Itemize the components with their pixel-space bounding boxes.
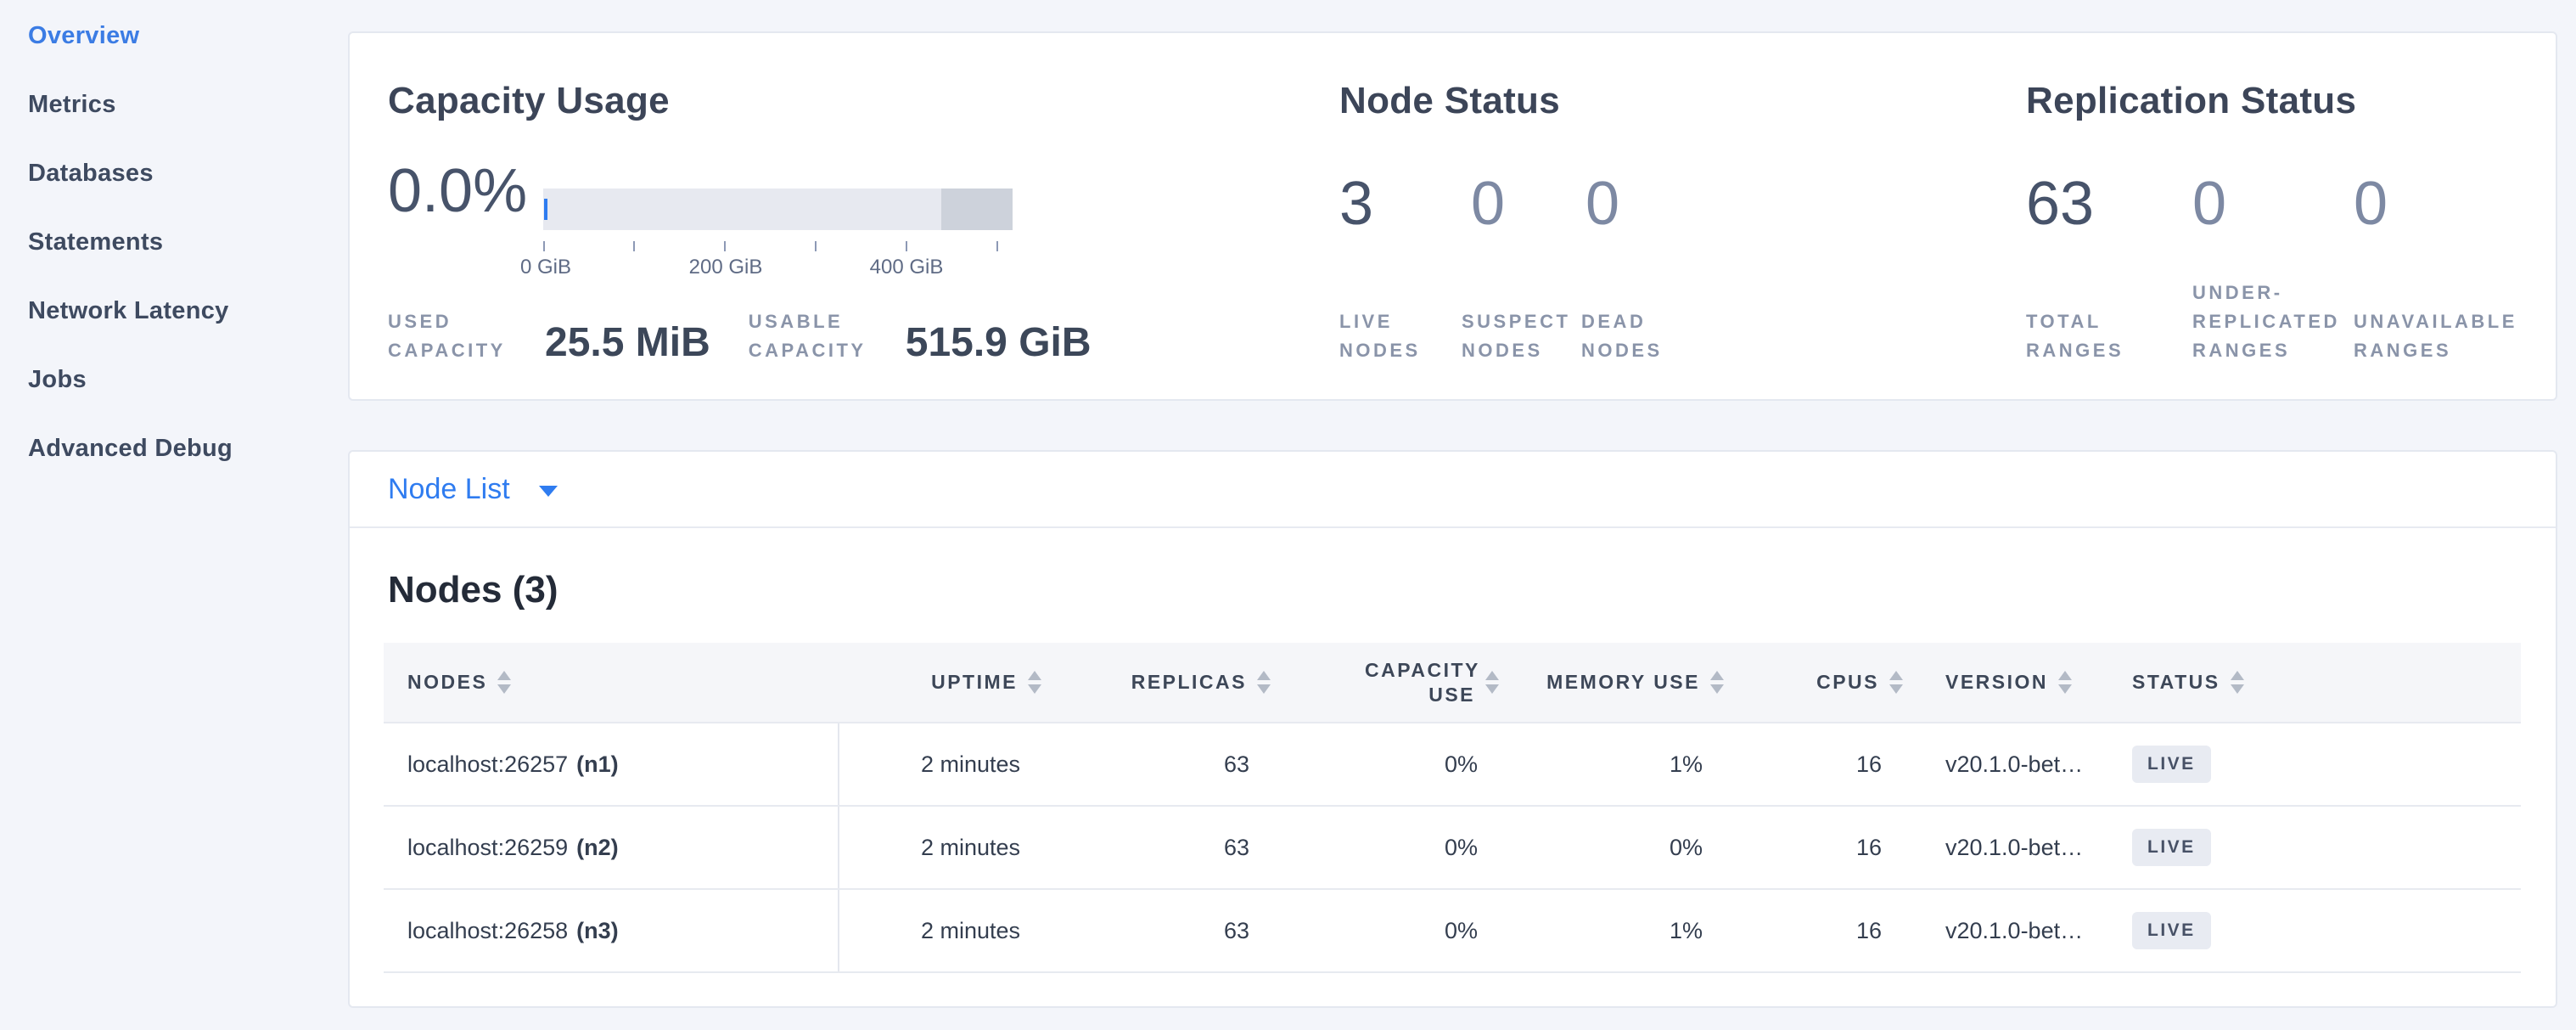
status-cell: LIVE [2115,807,2521,888]
total-ranges-label: TOTAL RANGES [2026,307,2128,365]
nodes-table-header: NODES UPTIME REPLICAS CAPACITY USE MEMOR… [384,643,2521,723]
usable-capacity-value: 515.9 GiB [906,323,1092,363]
memory-use-cell: 1% [1499,723,1724,805]
replicas-cell: 63 [1041,723,1271,805]
node-status-title: Node Status [1339,80,1560,122]
memory-use-cell: 1% [1499,890,1724,971]
sidebar-item-network-latency[interactable]: Network Latency [0,277,348,346]
replication-status-title: Replication Status [2026,80,2356,122]
sidebar: Overview Metrics Databases Statements Ne… [0,0,348,1030]
uptime-cell: 2 minutes [839,807,1041,888]
capacity-use-cell: 0% [1271,807,1499,888]
capacity-bar-used-segment [544,199,547,220]
replicas-cell: 63 [1041,807,1271,888]
capacity-usage-title: Capacity Usage [388,80,670,122]
uptime-cell: 2 minutes [839,723,1041,805]
axis-label-200gib: 200 GiB [689,256,763,279]
version-cell: v20.1.0-bet… [1903,890,2115,971]
table-row[interactable]: localhost:26259 (n2) 2 minutes 63 0% 0% … [384,807,2521,890]
sidebar-item-databases[interactable]: Databases [0,139,348,208]
version-cell: v20.1.0-bet… [1903,807,2115,888]
status-badge: LIVE [2132,746,2211,783]
column-header-nodes[interactable]: NODES [384,643,839,722]
live-nodes-label: LIVE NODES [1339,307,1433,365]
node-id: (n2) [576,835,619,861]
column-header-replicas[interactable]: REPLICAS [1041,643,1271,722]
capacity-axis-ticks [543,241,1013,251]
sort-icon [1028,671,1041,694]
axis-label-0gib: 0 GiB [520,256,571,279]
node-list-dropdown-label: Node List [388,473,510,506]
replication-status-section: Replication Status 63 0 0 TOTAL RANGES U… [2026,33,2544,399]
node-status-section: Node Status 3 0 0 LIVE NODES SUSPECT NOD… [1339,33,1967,399]
total-ranges-count: 63 [2026,173,2094,234]
column-header-status[interactable]: STATUS [2115,643,2521,722]
node-id: (n1) [576,751,619,778]
sidebar-item-advanced-debug[interactable]: Advanced Debug [0,414,348,483]
sort-icon [497,671,511,694]
capacity-bar-other-segment [941,189,1013,230]
node-address-cell[interactable]: localhost:26257 (n1) [384,723,839,805]
column-header-version[interactable]: VERSION [1903,643,2115,722]
node-id: (n3) [576,918,619,944]
cpus-cell: 16 [1724,807,1903,888]
suspect-nodes-label: SUSPECT NODES [1462,307,1585,365]
axis-label-400gib: 400 GiB [870,256,944,279]
sort-icon [1485,671,1499,694]
node-address-cell[interactable]: localhost:26258 (n3) [384,890,839,971]
used-capacity-value: 25.5 MiB [545,323,710,363]
status-badge: LIVE [2132,829,2211,866]
uptime-cell: 2 minutes [839,890,1041,971]
sort-icon [1257,671,1271,694]
sidebar-item-statements[interactable]: Statements [0,208,348,277]
status-cell: LIVE [2115,723,2521,805]
column-header-memory-use[interactable]: MEMORY USE [1499,643,1724,722]
table-row[interactable]: localhost:26257 (n1) 2 minutes 63 0% 1% … [384,723,2521,807]
cpus-cell: 16 [1724,890,1903,971]
unavailable-ranges-label: UNAVAILABLE RANGES [2354,307,2523,365]
cpus-cell: 16 [1724,723,1903,805]
used-capacity-label: USED CAPACITY [388,307,545,365]
sort-icon [1710,671,1724,694]
nodes-count-heading: Nodes (3) [388,569,558,611]
sort-icon [2058,671,2072,694]
capacity-bar-chart [543,189,1013,230]
column-header-uptime[interactable]: UPTIME [839,643,1041,722]
node-list-card: Node List Nodes (3) NODES UPTIME REPLICA… [348,450,2557,1008]
column-header-capacity-use[interactable]: CAPACITY USE [1271,643,1499,722]
sidebar-item-overview[interactable]: Overview [0,2,348,70]
memory-use-cell: 0% [1499,807,1724,888]
unavailable-ranges-count: 0 [2354,173,2388,234]
sidebar-item-metrics[interactable]: Metrics [0,70,348,139]
capacity-usage-section: Capacity Usage 0.0% 0 GiB 200 GiB 400 Gi… [388,33,1347,399]
node-list-header: Node List [350,452,2556,528]
chevron-down-icon [539,486,558,497]
suspect-nodes-count: 0 [1471,173,1505,234]
node-address-cell[interactable]: localhost:26259 (n2) [384,807,839,888]
replicas-cell: 63 [1041,890,1271,971]
table-row[interactable]: localhost:26258 (n3) 2 minutes 63 0% 1% … [384,890,2521,973]
nodes-table: NODES UPTIME REPLICAS CAPACITY USE MEMOR… [384,643,2521,973]
capacity-metrics-row: USED CAPACITY 25.5 MiB USABLE CAPACITY 5… [388,307,1092,365]
status-cell: LIVE [2115,890,2521,971]
capacity-use-cell: 0% [1271,723,1499,805]
live-nodes-count: 3 [1339,173,1373,234]
column-header-cpus[interactable]: CPUS [1724,643,1903,722]
sort-icon [2231,671,2244,694]
under-replicated-ranges-label: UNDER-REPLICATED RANGES [2192,279,2362,365]
dead-nodes-count: 0 [1585,173,1619,234]
cluster-summary-card: Capacity Usage 0.0% 0 GiB 200 GiB 400 Gi… [348,31,2557,401]
node-list-dropdown[interactable]: Node List [388,473,558,506]
sort-icon [1889,671,1903,694]
capacity-use-cell: 0% [1271,890,1499,971]
status-badge: LIVE [2132,912,2211,949]
sidebar-item-jobs[interactable]: Jobs [0,346,348,414]
capacity-used-percent: 0.0% [388,160,527,222]
usable-capacity-label: USABLE CAPACITY [749,307,872,365]
dead-nodes-label: DEAD NODES [1581,307,1675,365]
under-replicated-ranges-count: 0 [2192,173,2226,234]
version-cell: v20.1.0-bet… [1903,723,2115,805]
